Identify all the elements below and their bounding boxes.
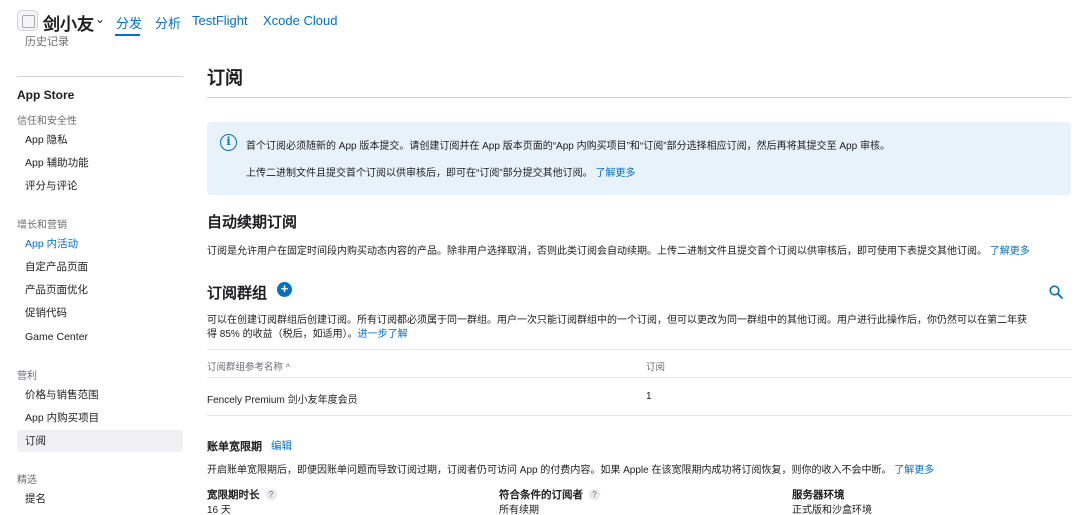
- sidebar-item-in-app-events[interactable]: App 内活动: [17, 233, 183, 255]
- table-bottom-border: [207, 415, 1071, 416]
- sidebar-item-accessibility[interactable]: App 辅助功能: [17, 152, 183, 174]
- notice-learn-more-link[interactable]: 了解更多: [595, 168, 635, 179]
- title-divider: [207, 97, 1071, 98]
- sidebar-group-growth-marketing: 增长和营销: [17, 220, 67, 231]
- table-top-border: [207, 349, 1071, 350]
- sidebar-divider: [17, 76, 183, 77]
- grace-duration-label-text: 宽限期时长: [207, 489, 260, 501]
- column-header-reference-name[interactable]: 订阅群组参考名称 ^: [207, 359, 290, 373]
- sidebar-item-custom-product-pages[interactable]: 自定产品页面: [17, 256, 183, 278]
- tab-xcode-cloud[interactable]: Xcode Cloud: [263, 13, 337, 28]
- grace-duration-label: 宽限期时长?: [207, 487, 277, 502]
- sidebar-item-game-center[interactable]: Game Center: [17, 326, 183, 348]
- page-title: 订阅: [207, 68, 243, 88]
- sidebar-group-trust-safety: 信任和安全性: [17, 116, 77, 127]
- server-environment-value: 正式版和沙盒环境: [792, 505, 872, 515]
- chevron-down-icon[interactable]: ⌄: [95, 12, 105, 26]
- subscription-groups-text: 得 85% 的收益（税后，如适用）。: [207, 329, 358, 340]
- table-header-border: [207, 377, 1071, 378]
- column-header-subscriptions: 订阅: [646, 362, 666, 373]
- sidebar-item-history[interactable]: 历史记录: [25, 33, 69, 49]
- subscription-count: 1: [646, 391, 652, 402]
- eligible-subscribers-label: 符合条件的订阅者?: [499, 487, 600, 502]
- eligible-subscribers-value: 所有续期: [499, 505, 539, 515]
- subscription-groups-learn-more-link[interactable]: 进一步了解: [358, 329, 408, 340]
- help-icon[interactable]: ?: [265, 489, 277, 500]
- auto-renewable-title: 自动续期订阅: [207, 214, 298, 231]
- billing-grace-period-title: 账单宽限期: [207, 441, 262, 453]
- notice-text-line2: 上传二进制文件且提交首个订阅以供审核后，即可在“订阅”部分提交其他订阅。 了解更…: [246, 164, 635, 179]
- billing-grace-period-description: 开启账单宽限期后，即便因账单问题而导致订阅过期，订阅者仍可访问 App 的付费内…: [207, 461, 934, 476]
- sidebar-item-pricing-availability[interactable]: 价格与销售范围: [17, 384, 183, 406]
- notice-text-line1: 首个订阅必须随新的 App 版本提交。请创建订阅并在 App 版本页面的“App…: [246, 141, 890, 152]
- auto-renewable-description: 订阅是允许用户在固定时间段内购买动态内容的产品。除非用户选择取消，否则此类订阅会…: [207, 242, 1030, 257]
- subscription-groups-description-line2: 得 85% 的收益（税后，如适用）。进一步了解: [207, 325, 408, 340]
- auto-renewable-text: 订阅是允许用户在固定时间段内购买动态内容的产品。除非用户选择取消，否则此类订阅会…: [207, 246, 987, 257]
- sidebar-item-app-privacy[interactable]: App 隐私: [17, 129, 183, 151]
- info-icon: i: [220, 134, 237, 151]
- sidebar-item-ratings-reviews[interactable]: 评分与评论: [17, 175, 183, 197]
- info-notice: i 首个订阅必须随新的 App 版本提交。请创建订阅并在 App 版本页面的“A…: [207, 122, 1071, 195]
- grace-period-learn-more-link[interactable]: 了解更多: [894, 465, 934, 476]
- search-icon[interactable]: [1049, 285, 1063, 299]
- sidebar-group-monetization: 营利: [17, 371, 37, 382]
- edit-grace-period-button[interactable]: 编辑: [271, 438, 292, 453]
- sidebar-heading-app-store: App Store: [17, 88, 75, 102]
- sidebar-item-product-page-optimization[interactable]: 产品页面优化: [17, 279, 183, 301]
- grace-period-text: 开启账单宽限期后，即便因账单问题而导致订阅过期，订阅者仍可访问 App 的付费内…: [207, 465, 892, 476]
- sort-ascending-icon: ^: [285, 362, 291, 373]
- sidebar: 历史记录 App Store 信任和安全性 App 隐私 App 辅助功能 评分…: [0, 28, 200, 515]
- sidebar-item-in-app-purchases[interactable]: App 内购买项目: [17, 407, 183, 429]
- subscription-groups-description-line1: 可以在创建订阅群组后创建订阅。所有订阅都必须属于同一群组。用户一次只能订阅群组中…: [207, 315, 1027, 326]
- eligible-subscribers-label-text: 符合条件的订阅者: [499, 489, 583, 501]
- sidebar-item-subscriptions[interactable]: 订阅: [17, 430, 183, 452]
- tab-testflight[interactable]: TestFlight: [192, 13, 248, 28]
- subscription-group-link[interactable]: Fencely Premium 剑小友年度会员: [207, 391, 358, 406]
- grace-duration-value: 16 天: [207, 505, 231, 515]
- column-header-reference-name-label: 订阅群组参考名称: [207, 362, 284, 373]
- notice-text: 上传二进制文件且提交首个订阅以供审核后，即可在“订阅”部分提交其他订阅。: [246, 168, 593, 179]
- sidebar-item-nominations[interactable]: 提名: [17, 488, 183, 510]
- add-group-button[interactable]: +: [277, 282, 292, 297]
- subscription-groups-title: 订阅群组: [207, 285, 268, 302]
- auto-renewable-learn-more-link[interactable]: 了解更多: [990, 246, 1030, 257]
- sidebar-group-featuring: 精选: [17, 475, 37, 486]
- sidebar-item-promo-codes[interactable]: 促销代码: [17, 302, 183, 324]
- help-icon[interactable]: ?: [589, 489, 600, 500]
- server-environment-label: 服务器环境: [792, 489, 845, 501]
